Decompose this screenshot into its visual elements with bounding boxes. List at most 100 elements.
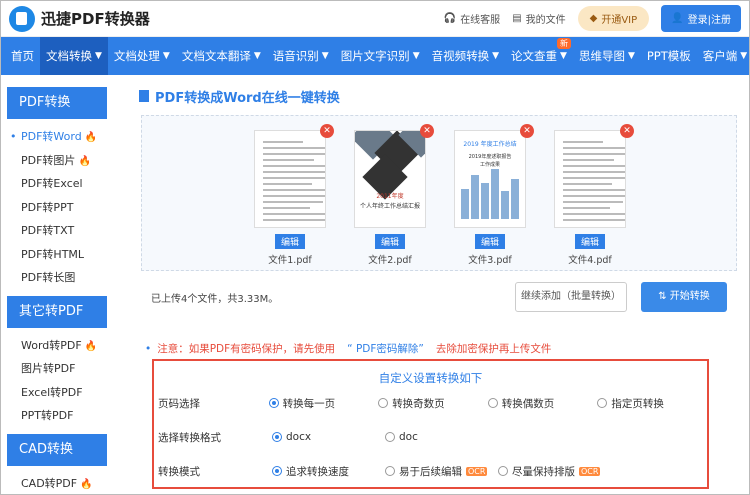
sidebar-item[interactable]: PDF转PPT	[1, 196, 111, 220]
sidebar-item[interactable]: PPT转PDF	[1, 404, 111, 428]
thumb-text: 2011年度	[376, 193, 404, 200]
main-content: PDF转换成Word在线一键转换 ✕ 编辑 文件1.pdf ✕ 2011年度 个人年终工作…	[139, 85, 739, 356]
nav-item-label: PPT模板	[646, 49, 691, 63]
nav-item-7[interactable]: 论文查重 ▼ 新	[505, 37, 573, 75]
delete-icon[interactable]: ✕	[620, 124, 634, 138]
nav-item-1[interactable]: 文档转换 ▼	[40, 37, 108, 75]
sidebar-item-label: PDF转TXT	[21, 224, 75, 237]
bullet-icon: •	[145, 343, 152, 355]
login-button[interactable]: 👤 登录|注册	[661, 5, 741, 32]
top-bar: 迅捷PDF转换器 🎧 在线客服 ▤ 我的文件 ◆ 开通VIP 👤 登录|注册	[1, 1, 749, 37]
logo[interactable]: 迅捷PDF转换器	[9, 5, 150, 32]
sidebar-item-label: Excel转PDF	[21, 385, 83, 399]
nav-item-2[interactable]: 文档处理 ▼	[108, 37, 176, 75]
thumb-text: 个人年终工作总结汇报	[359, 203, 420, 210]
sidebar-group-cad[interactable]: CAD转换	[7, 433, 107, 466]
sidebar-item[interactable]: PDF转Word🔥	[1, 125, 111, 149]
add-more-button[interactable]: 继续添加（批量转换）	[515, 282, 627, 312]
thumb-text: 工作成果	[479, 162, 500, 168]
customer-service-link[interactable]: 🎧 在线客服	[444, 11, 500, 26]
nav-item-label: 论文查重	[511, 49, 558, 63]
radio-button[interactable]	[385, 466, 395, 476]
my-files-link[interactable]: ▤ 我的文件	[512, 11, 565, 26]
edit-button[interactable]: 编辑	[374, 234, 405, 249]
delete-icon[interactable]: ✕	[320, 124, 334, 138]
radio-option[interactable]: 追求转换速度	[272, 464, 385, 479]
radio-option[interactable]: 易于后续编辑 OCR	[385, 464, 498, 479]
chevron-down-icon: ▼	[492, 51, 500, 61]
headset-icon: 🎧	[443, 13, 457, 24]
file-card: ✕ 编辑 文件1.pdf	[254, 124, 334, 266]
logo-text: 迅捷PDF转换器	[41, 10, 150, 28]
radio-button[interactable]	[272, 466, 282, 476]
sidebar-item-label: CAD转PDF	[21, 476, 78, 490]
settings-label: 转换模式	[158, 465, 200, 478]
sidebar-item[interactable]: PDF转长图	[1, 266, 111, 290]
nav-item-10[interactable]: 客户端 ▼	[697, 37, 750, 75]
radio-option[interactable]: 尽量保持排版 OCR	[498, 464, 611, 479]
file-card: ✕ 2011年度 个人年终工作总结汇报 编辑 文件2.pdf	[354, 124, 434, 266]
radio-button[interactable]	[597, 398, 608, 408]
sidebar-item[interactable]: CAD转PDF 🔥	[1, 472, 111, 495]
radio-option[interactable]: 指定页转换	[597, 396, 707, 411]
sidebar-group-pdf-convert[interactable]: PDF转换	[7, 87, 107, 119]
sidebar-item[interactable]: Word转PDF 🔥	[1, 334, 111, 358]
radio-button[interactable]	[385, 432, 395, 442]
radio-option[interactable]: docx	[272, 431, 385, 443]
chevron-down-icon: ▼	[412, 51, 420, 61]
file-thumbnail[interactable]: 2011年度个人年终工作总结汇报	[354, 130, 426, 228]
delete-icon[interactable]: ✕	[420, 124, 434, 138]
upload-area[interactable]: ✕ 编辑 文件1.pdf ✕ 2011年度 个人年终工作总结汇报 编辑 文件2.pdf ✕ 201…	[141, 115, 737, 271]
nav-item-9[interactable]: PPT模板	[641, 37, 697, 75]
radio-button[interactable]	[272, 432, 282, 442]
delete-icon[interactable]: ✕	[520, 124, 534, 138]
radio-button[interactable]	[498, 466, 508, 476]
password-notice: • 注意：如果PDF有密码保护，请先使用 “ PDF密码解除” 去除加密保护再上传文件	[145, 343, 552, 355]
user-icon: 👤	[671, 13, 684, 24]
radio-button[interactable]	[487, 398, 498, 408]
nav-item-6[interactable]: 音视频转换 ▼	[426, 37, 505, 75]
edit-button[interactable]: 编辑	[574, 234, 605, 249]
file-thumbnail[interactable]	[554, 130, 626, 228]
file-thumbnail[interactable]	[254, 130, 326, 228]
vip-button[interactable]: ◆ 开通VIP	[577, 6, 650, 31]
radio-button[interactable]	[268, 398, 279, 408]
sidebar-item[interactable]: PDF转HTML	[1, 243, 111, 267]
fire-icon: 🔥	[84, 132, 98, 143]
radio-label: 转换偶数页	[501, 397, 555, 410]
file-name: 文件2.pdf	[368, 255, 412, 266]
file-card: ✕ 2019 年度工作总结 2019年度述职报告 工作成果编辑文件3.pdf	[454, 124, 534, 266]
sidebar-item-label: PDF转长图	[21, 271, 76, 284]
radio-option[interactable]: 转换每一页	[268, 396, 379, 411]
edit-button[interactable]: 编辑	[474, 234, 505, 249]
sidebar-group-to-pdf[interactable]: 其它转PDF	[7, 295, 107, 328]
sidebar-item[interactable]: PDF转图片 🔥	[1, 149, 111, 173]
chevron-down-icon: ▼	[560, 51, 567, 61]
password-remove-link[interactable]: “ PDF密码解除”	[347, 343, 424, 355]
edit-button[interactable]: 编辑	[274, 234, 305, 249]
nav-item-0[interactable]: 首页	[5, 37, 40, 75]
start-convert-button[interactable]: ⇅ 开始转换	[641, 282, 727, 312]
nav-item-label: 音视频转换	[431, 49, 490, 63]
file-name: 文件3.pdf	[468, 255, 512, 266]
radio-label: 指定页转换	[611, 397, 664, 410]
nav-item-4[interactable]: 语音识别 ▼	[267, 37, 335, 75]
radio-option[interactable]: 转换奇数页	[378, 396, 488, 411]
sidebar-item[interactable]: Excel转PDF	[1, 381, 111, 405]
sidebar-item[interactable]: PDF转Excel	[1, 172, 111, 196]
radio-option[interactable]: doc	[385, 431, 498, 443]
nav-item-3[interactable]: 文档文本翻译 ▼	[176, 37, 267, 75]
radio-button[interactable]	[378, 398, 389, 408]
nav-item-8[interactable]: 思维导图 ▼	[573, 37, 641, 75]
sidebar-item[interactable]: 图片转PDF	[1, 357, 111, 381]
upload-info: 已上传4个文件，共3.33M。	[151, 293, 279, 305]
file-thumbnail[interactable]: 2019 年度工作总结 2019年度述职报告 工作成果	[454, 130, 526, 228]
radio-label: 易于后续编辑	[399, 465, 462, 478]
settings-title: 自定义设置转换如下	[378, 371, 483, 385]
sidebar-item[interactable]: PDF转TXT	[1, 219, 111, 243]
nav-item-label: 语音识别	[272, 49, 319, 63]
bookmark-icon	[139, 90, 149, 102]
radio-option[interactable]: 转换偶数页	[487, 396, 598, 411]
thumb-text: 2019年度述职报告	[468, 154, 512, 160]
nav-item-5[interactable]: 图片文字识别 ▼	[335, 37, 426, 75]
